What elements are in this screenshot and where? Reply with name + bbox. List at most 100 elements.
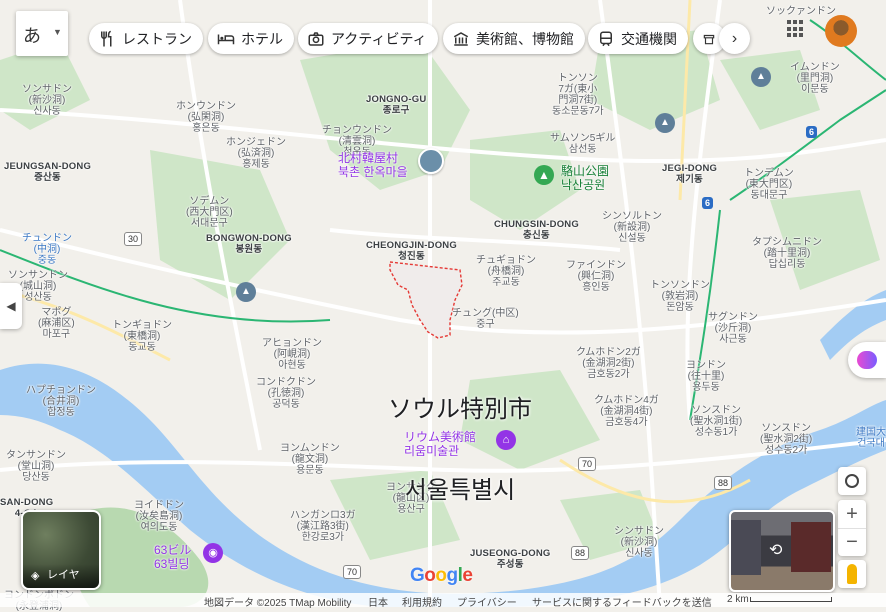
city-name-ko: 서울특별시 bbox=[404, 477, 516, 504]
area-label: サムソン5ギル 삼선동 bbox=[550, 133, 616, 155]
chevron-right-icon: › bbox=[731, 29, 738, 47]
chip-label: ホテル bbox=[241, 30, 283, 47]
zoom-controls: + − bbox=[838, 500, 866, 556]
area-label: ヨンムンドン (龍文洞) 용문동 bbox=[280, 443, 340, 476]
transit-icon bbox=[600, 31, 612, 46]
area-label: コンドクドン (孔徳洞) 공덕동 bbox=[256, 377, 316, 410]
area-label: アヒョンドン (阿峴洞) 아현동 bbox=[262, 338, 322, 371]
area-label: タンサンドン (堂山洞) 당산동 bbox=[6, 450, 66, 483]
museum-icon: ⌂ bbox=[496, 430, 516, 450]
ime-label: あ bbox=[23, 26, 41, 46]
area-label: ハンガンロ3ガ (漢江路3街) 한강로3가 bbox=[290, 510, 356, 543]
area-label: マポグ (麻浦区) 마포구 bbox=[38, 307, 75, 340]
chip-label: レストラン bbox=[122, 30, 192, 47]
chip-label: 交通機関 bbox=[621, 30, 677, 47]
area-label: トンソンドン (敦岩洞) 돈암동 bbox=[650, 280, 710, 313]
rotate-360-icon: ⟲ bbox=[769, 542, 783, 559]
scale-label: 2 km bbox=[727, 594, 749, 605]
hotel-icon bbox=[217, 34, 235, 44]
area-label: ハプチョンドン (合井洞) 합정동 bbox=[26, 385, 96, 418]
side-panel-toggle[interactable]: ◀ bbox=[0, 283, 22, 329]
area-label: クムホドン2ガ (金湖洞2街) 금호동2가 bbox=[576, 347, 641, 380]
area-label: ソンスドン (聖水洞2街) 성수동2가 bbox=[760, 423, 813, 456]
google-logo: Google bbox=[410, 565, 473, 586]
area-label: JEGI-DONG 제기동 bbox=[662, 163, 718, 185]
area-label: JONGNO-GU 종로구 bbox=[366, 94, 427, 116]
pharmacy-icon bbox=[703, 34, 715, 44]
brain-icon bbox=[857, 351, 877, 369]
area-label: チュンドン (中洞) 중동 bbox=[22, 233, 72, 266]
area-label: CHUNGSIN-DONG 충신동 bbox=[494, 219, 579, 241]
area-label: タプシムニドン (踏十里洞) 답십리동 bbox=[752, 237, 822, 270]
area-label: クムホドン4ガ (金湖洞4街) 금호동4가 bbox=[594, 395, 659, 428]
area-label: ソンサドン (新沙洞) 신사동 bbox=[22, 84, 72, 117]
chip-museums[interactable]: 美術館、博物館 bbox=[443, 23, 585, 54]
city-name-ja: ソウル特別市 bbox=[388, 396, 532, 423]
zoom-out-button[interactable]: − bbox=[838, 528, 866, 557]
area-label: ソンスドン (聖水洞1街) 성수동1가 bbox=[690, 405, 743, 438]
area-label: トンソン 7ガ(東小 門洞7街) 동소문동7가 bbox=[552, 73, 604, 117]
area-label: ソデムン (西大門区) 서대문구 bbox=[186, 196, 233, 229]
map-footer: 地図データ ©2025 TMap Mobility 日本 利用規約 プライバシー… bbox=[0, 593, 886, 609]
camera-icon bbox=[308, 31, 324, 46]
area-label: ファインドン (興仁洞) 흥인동 bbox=[566, 260, 626, 293]
poi-photo-pin[interactable] bbox=[418, 148, 444, 174]
area-label: ホンウンドン (弘閑洞) 홍은동 bbox=[176, 101, 236, 134]
area-label: シンサドン (新沙洞) 신사동 bbox=[614, 526, 664, 559]
chip-label: 美術館、博物館 bbox=[476, 30, 574, 47]
layers-icon: ◈ bbox=[31, 570, 40, 582]
chip-transit[interactable]: 交通機関 bbox=[588, 23, 688, 54]
area-label: ホンジェドン (弘済洞) 홍제동 bbox=[226, 137, 286, 170]
poi-bukchon-hanok-village[interactable]: 北村韓屋村 북촌 한옥마을 bbox=[338, 151, 408, 179]
road-shield: 88 bbox=[571, 546, 590, 560]
road-shield: 6 bbox=[806, 126, 818, 138]
poi-leeum-museum[interactable]: リウム美術館 리움미술관 bbox=[404, 430, 476, 458]
poi-63-building[interactable]: 63ビル 63빌딩 bbox=[154, 543, 191, 571]
area-label: ソックァンドン bbox=[766, 6, 836, 17]
area-label: サグンドン (沙斤洞) 사근동 bbox=[708, 312, 758, 345]
layers-label: レイヤ bbox=[47, 569, 80, 581]
area-label: チュギョドン (舟橋洞) 주교동 bbox=[476, 255, 536, 288]
restaurant-icon bbox=[101, 30, 112, 46]
poi-naksan-park[interactable]: 駱山公園 낙산공원 bbox=[561, 164, 609, 192]
area-label: イムンドン (里門洞) 이문동 bbox=[790, 62, 840, 95]
area-label: ヨンドン (往十里) 용두동 bbox=[686, 360, 726, 393]
crosshair-icon bbox=[845, 474, 859, 488]
avatar[interactable] bbox=[825, 15, 857, 47]
area-label: ヨイドドン (汝矣島洞) 여의도동 bbox=[134, 500, 184, 533]
apps-grid-icon[interactable] bbox=[787, 20, 805, 38]
area-label: チュング(中区) 중구 bbox=[452, 308, 519, 330]
input-method-toggle[interactable]: あ ▼ bbox=[16, 11, 68, 56]
area-label: BONGWON-DONG 봉원동 bbox=[206, 233, 292, 255]
area-label: JUSEONG-DONG 주성동 bbox=[470, 548, 551, 570]
chips-scroll-right-button[interactable]: › bbox=[719, 23, 750, 54]
chip-hotels[interactable]: ホテル bbox=[208, 23, 294, 54]
road-shield: 88 bbox=[714, 476, 733, 490]
pegman-button[interactable] bbox=[838, 560, 866, 588]
school-icon: ▲ bbox=[751, 67, 771, 87]
area-label: CHEONGJIN-DONG 청진동 bbox=[366, 240, 457, 262]
area-label: トンギョドン (東橋洞) 동교동 bbox=[112, 320, 172, 353]
road-shield: 70 bbox=[578, 457, 597, 471]
school-icon: ▲ bbox=[236, 282, 256, 302]
my-location-button[interactable] bbox=[838, 467, 866, 495]
area-label: トンデムン (東大門区) 동대문구 bbox=[744, 168, 794, 201]
road-shield: 6 bbox=[702, 197, 714, 209]
chip-activities[interactable]: アクティビティ bbox=[298, 23, 438, 54]
road-shield: 30 bbox=[124, 232, 143, 246]
scale-bar bbox=[750, 597, 832, 602]
street-view-preview[interactable]: ⟲ bbox=[729, 510, 835, 592]
zoom-in-button[interactable]: + bbox=[838, 500, 866, 528]
area-label: シンソルトン (新設洞) 신설동 bbox=[602, 211, 662, 244]
chip-label: アクティビティ bbox=[331, 30, 427, 47]
chevron-down-icon: ▼ bbox=[53, 27, 62, 37]
park-icon: ▲ bbox=[534, 165, 554, 185]
pegman-icon bbox=[847, 564, 857, 584]
school-icon: ▲ bbox=[655, 113, 675, 133]
area-label: JEUNGSAN-DONG 증산동 bbox=[4, 161, 92, 183]
layers-button[interactable]: ◈ レイヤ bbox=[21, 510, 101, 590]
ai-assistant-button[interactable] bbox=[848, 342, 886, 378]
area-label: 建国大 건국대 bbox=[856, 427, 886, 449]
camera-icon: ◉ bbox=[203, 543, 223, 563]
chip-restaurants[interactable]: レストラン bbox=[89, 23, 203, 54]
